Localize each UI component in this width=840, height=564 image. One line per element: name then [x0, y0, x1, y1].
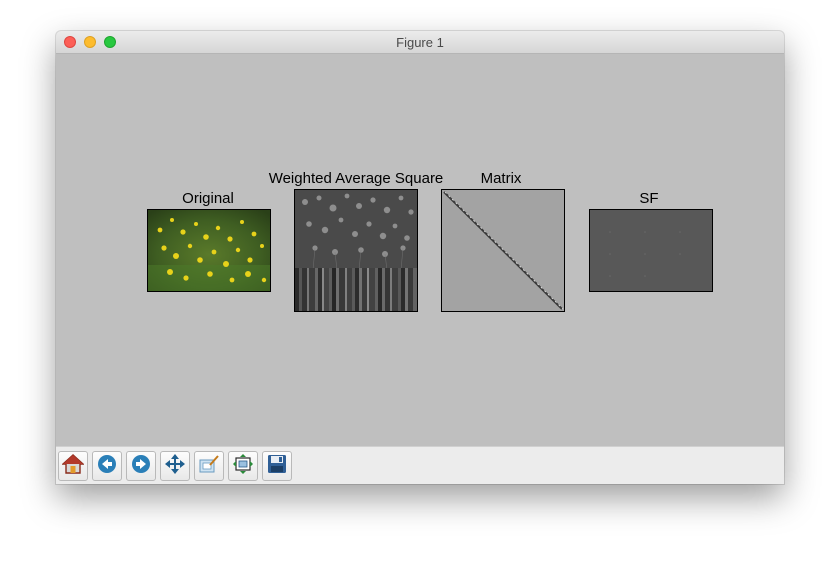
home-icon: [61, 453, 85, 480]
pan-button[interactable]: [160, 451, 190, 481]
panel-title-matrix: Matrix: [480, 170, 522, 187]
configure-subplots-button[interactable]: [228, 451, 258, 481]
panel-title-sf: SF: [639, 190, 659, 207]
panel-title-original: Original: [182, 190, 234, 207]
zoom-button[interactable]: [194, 451, 224, 481]
home-button[interactable]: [58, 451, 88, 481]
title-bar: Figure 1: [56, 31, 784, 54]
back-icon: [96, 453, 118, 480]
navigation-toolbar: [56, 446, 784, 484]
forward-button[interactable]: [126, 451, 156, 481]
back-button[interactable]: [92, 451, 122, 481]
configure-subplots-icon: [232, 453, 254, 480]
panel-matrix-image: [441, 189, 565, 312]
panel-weighted-average-square-image: [294, 189, 418, 312]
figure-canvas: Original Weighted Average Square Matrix …: [56, 54, 784, 446]
save-icon: [266, 453, 288, 480]
figure-window: Figure 1 Original Weighted Average Squar…: [56, 31, 784, 484]
diagonal-matrix-graphic: [443, 191, 564, 310]
panel-sf-image: [589, 209, 713, 292]
panel-original-image: [147, 209, 271, 292]
zoom-icon: [198, 453, 220, 480]
window-title: Figure 1: [396, 35, 444, 50]
forward-icon: [130, 453, 152, 480]
pan-icon: [164, 453, 186, 480]
save-button[interactable]: [262, 451, 292, 481]
panel-title-weighted-average-square: Weighted Average Square: [268, 170, 444, 187]
grayscale-flower-graphic: [295, 190, 417, 311]
flower-photo-graphic: [148, 210, 270, 291]
sf-field-graphic: [609, 231, 681, 277]
